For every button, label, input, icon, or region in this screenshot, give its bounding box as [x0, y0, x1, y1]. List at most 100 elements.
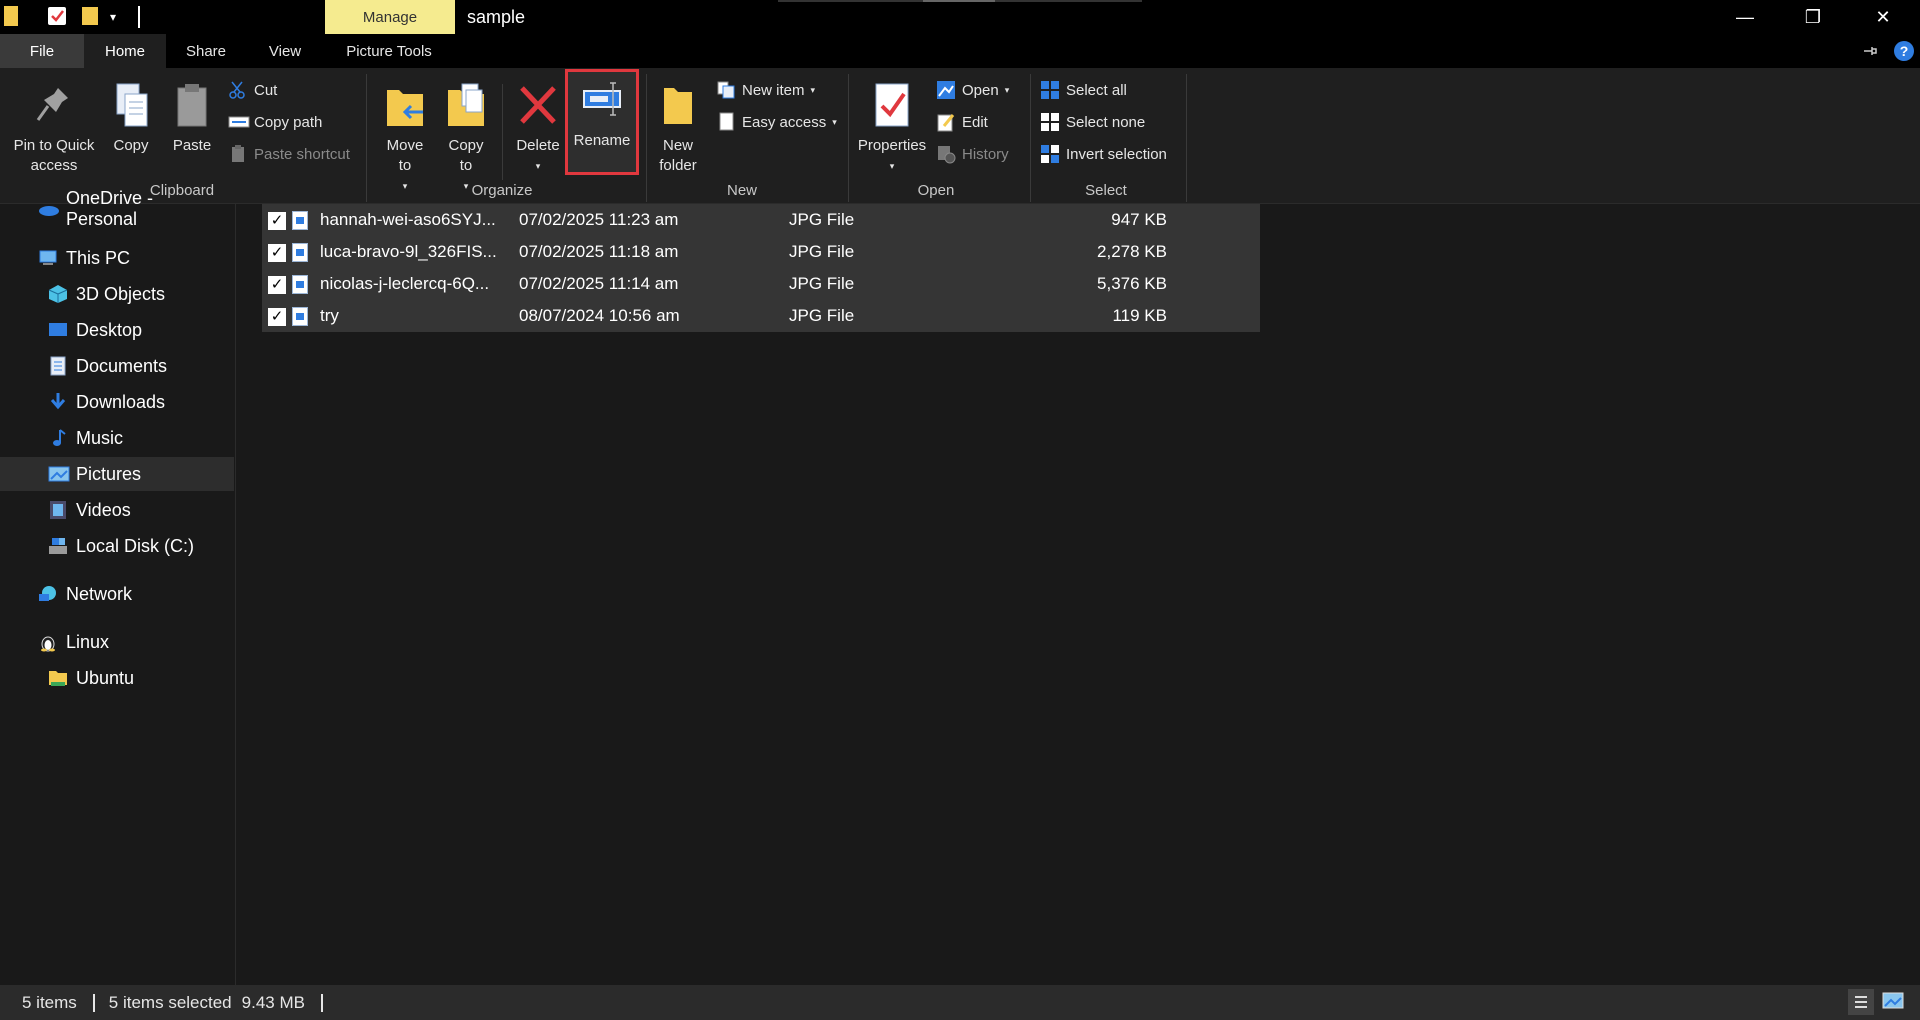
invert-selection-button[interactable]: Invert selection	[1040, 140, 1167, 168]
pin-ribbon-icon[interactable]	[1862, 43, 1878, 59]
row-checkbox[interactable]: ✓	[268, 308, 286, 326]
file-name: try	[320, 306, 339, 325]
invert-selection-label: Invert selection	[1066, 145, 1167, 163]
table-row[interactable]: ✓ try 08/07/2024 10:56 am JPG File 119 K…	[262, 300, 1260, 332]
rename-icon	[580, 75, 624, 125]
status-bar: 5 items 5 items selected 9.43 MB	[0, 985, 1920, 1020]
table-row[interactable]: ✓ luca-bravo-9l_326FIS... 07/02/2025 11:…	[262, 236, 1260, 268]
sidebar-item-documents[interactable]: Documents	[48, 349, 228, 383]
file-type: JPG File	[789, 306, 855, 325]
sidebar-item-downloads[interactable]: Downloads	[48, 385, 228, 419]
new-item-button[interactable]: New item ▾	[716, 76, 815, 104]
move-to-label: Move to	[386, 137, 424, 174]
file-size: 947 KB	[1111, 210, 1167, 229]
large-icons-view-button[interactable]	[1882, 991, 1904, 1011]
properties-button[interactable]: Properties ▾	[852, 74, 932, 186]
jpg-file-icon	[292, 275, 308, 294]
sidebar-item-videos[interactable]: Videos	[48, 493, 228, 527]
sidebar-item-label: Linux	[66, 631, 110, 652]
sidebar-item-label: Local Disk (C:)	[76, 535, 195, 556]
copy-to-label: Copy to	[448, 137, 484, 174]
new-folder-quick-icon[interactable]	[82, 7, 98, 25]
pin-to-quick-access-button[interactable]: Pin to Quick access	[6, 74, 102, 186]
network-icon	[38, 584, 58, 604]
select-none-button[interactable]: Select none	[1040, 108, 1145, 136]
minimize-button[interactable]: —	[1710, 0, 1780, 34]
sidebar-item-music[interactable]: Music	[48, 421, 228, 455]
sidebar-item-onedrive[interactable]: OneDrive - Personal	[38, 188, 228, 229]
status-separator	[320, 993, 323, 1012]
sidebar-item-ubuntu[interactable]: Ubuntu	[48, 661, 228, 695]
selected-size: 9.43 MB	[241, 992, 305, 1012]
tab-home[interactable]: Home	[84, 34, 166, 68]
sidebar-item-3d-objects[interactable]: 3D Objects	[48, 277, 228, 311]
file-size: 2,278 KB	[1097, 242, 1167, 261]
cloud-icon	[38, 199, 59, 219]
cut-button[interactable]: Cut	[228, 76, 277, 104]
sidebar-item-local-disk[interactable]: Local Disk (C:)	[48, 529, 228, 563]
customize-toolbar-dropdown-icon[interactable]: ▾	[110, 10, 128, 28]
open-group-label: Open	[917, 182, 955, 199]
file-name: hannah-wei-aso6SYJ...	[320, 210, 496, 229]
sidebar-item-pictures[interactable]: Pictures	[0, 457, 234, 491]
sidebar-item-label: Videos	[76, 499, 131, 520]
properties-quick-icon[interactable]	[48, 7, 66, 25]
sidebar-item-network[interactable]: Network	[38, 577, 228, 611]
restore-button[interactable]: ❐	[1778, 0, 1848, 34]
tab-view[interactable]: View	[248, 34, 322, 68]
select-all-label: Select all	[1066, 81, 1127, 99]
row-checkbox[interactable]: ✓	[268, 276, 286, 294]
sidebar-item-linux[interactable]: Linux	[38, 625, 228, 659]
open-button[interactable]: Open ▾	[936, 76, 1009, 104]
ribbon-separator	[366, 74, 367, 202]
large-icons-view-icon	[1882, 992, 1904, 1009]
music-icon	[48, 428, 68, 448]
close-button[interactable]: ✕	[1848, 0, 1918, 34]
new-folder-icon	[656, 80, 700, 130]
copy-to-button[interactable]: Copy to ▾	[438, 74, 494, 191]
ribbon-tab-row: File Home Share View Picture Tools ?	[0, 34, 1920, 68]
window-title: sample	[467, 7, 526, 27]
details-view-button[interactable]	[1848, 989, 1874, 1015]
easy-access-label: Easy access	[742, 113, 827, 131]
title-bar: ▾ Manage sample — ❐ ✕	[0, 0, 1920, 34]
paste-shortcut-button[interactable]: Paste shortcut	[228, 140, 350, 168]
paste-shortcut-label: Paste shortcut	[254, 145, 350, 163]
linux-icon	[38, 632, 58, 652]
paste-button[interactable]: Paste	[166, 74, 218, 186]
file-name: nicolas-j-leclercq-6Q...	[320, 274, 490, 293]
pictures-icon	[48, 464, 70, 484]
tab-file[interactable]: File	[0, 34, 84, 68]
open-label: Open	[962, 81, 999, 99]
tab-picture-tools[interactable]: Picture Tools	[326, 34, 452, 68]
navigation-pane: OneDrive - Personal This PC 3D Objects D…	[0, 188, 236, 985]
row-checkbox[interactable]: ✓	[268, 244, 286, 262]
desktop-icon	[48, 320, 68, 340]
rename-label: Rename	[573, 132, 631, 149]
history-button[interactable]: History	[936, 140, 1009, 168]
new-folder-button[interactable]: New folder	[650, 74, 706, 186]
delete-button[interactable]: Delete ▾	[508, 74, 568, 186]
sidebar-item-desktop[interactable]: Desktop	[48, 313, 228, 347]
copy-path-button[interactable]: Copy path	[228, 108, 322, 136]
move-to-button[interactable]: Move to ▾	[376, 74, 434, 191]
table-row[interactable]: ✓ hannah-wei-aso6SYJ... 07/02/2025 11:23…	[262, 204, 1260, 236]
help-button[interactable]: ?	[1894, 41, 1914, 61]
copy-label: Copy	[113, 137, 149, 154]
edit-button[interactable]: Edit	[936, 108, 988, 136]
table-row[interactable]: ✓ nicolas-j-leclercq-6Q... 07/02/2025 11…	[262, 268, 1260, 300]
easy-access-icon	[716, 112, 736, 132]
jpg-file-icon	[292, 243, 308, 262]
manage-contextual-tab[interactable]: Manage	[325, 0, 455, 34]
row-checkbox[interactable]: ✓	[268, 212, 286, 230]
file-size: 5,376 KB	[1097, 274, 1167, 293]
rename-button[interactable]: Rename	[565, 69, 639, 175]
sidebar-item-this-pc[interactable]: This PC	[38, 241, 228, 275]
select-all-button[interactable]: Select all	[1040, 76, 1127, 104]
easy-access-button[interactable]: Easy access ▾	[716, 108, 837, 136]
tab-share[interactable]: Share	[168, 34, 244, 68]
copy-button[interactable]: Copy	[104, 74, 158, 186]
computer-icon	[38, 248, 58, 268]
title-separator	[138, 6, 140, 28]
copy-to-icon	[444, 80, 488, 130]
